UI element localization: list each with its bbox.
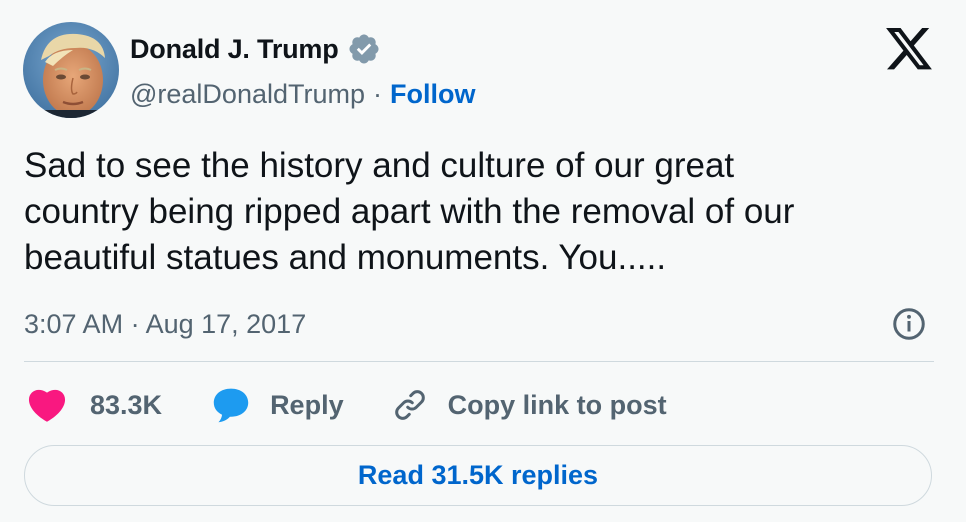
link-icon [394, 390, 425, 420]
follow-button[interactable]: Follow [390, 79, 475, 110]
author-display-name[interactable]: Donald J. Trump [130, 34, 339, 65]
copy-link-button[interactable]: Copy link to post [392, 387, 667, 423]
like-count: 83.3K [90, 389, 163, 420]
tweet-card: Donald J. Trump @realDonaldTrump · Follo… [0, 0, 966, 522]
read-replies-label: Read 31.5K replies [357, 460, 599, 490]
reply-button[interactable]: Reply [212, 387, 344, 423]
tweet-timestamp[interactable]: 3:07 AM · Aug 17, 2017 [24, 304, 306, 344]
read-replies-button[interactable]: Read 31.5K replies [24, 445, 932, 506]
like-button[interactable]: 83.3K [28, 387, 162, 423]
tweet-text: Sad to see the history and culture of ou… [24, 146, 795, 277]
action-bar: 83.3K Reply Copy link to post [28, 384, 667, 426]
author-handle[interactable]: @realDonaldTrump [130, 79, 365, 110]
author-name-row: Donald J. Trump [130, 31, 381, 67]
verified-badge-icon [349, 34, 379, 64]
profile-photo-icon [23, 22, 119, 118]
divider [24, 361, 934, 362]
reply-label: Reply [270, 389, 344, 420]
heart-icon [28, 389, 66, 422]
x-logo-icon[interactable] [886, 28, 932, 70]
avatar[interactable] [23, 22, 119, 118]
info-icon[interactable] [891, 306, 927, 342]
separator-dot: · [373, 78, 382, 109]
timestamp-text: 3:07 AM · Aug 17, 2017 [24, 308, 307, 339]
copy-link-label: Copy link to post [447, 389, 667, 420]
author-handle-row: @realDonaldTrump · Follow [130, 76, 475, 112]
speech-bubble-icon [213, 388, 249, 423]
